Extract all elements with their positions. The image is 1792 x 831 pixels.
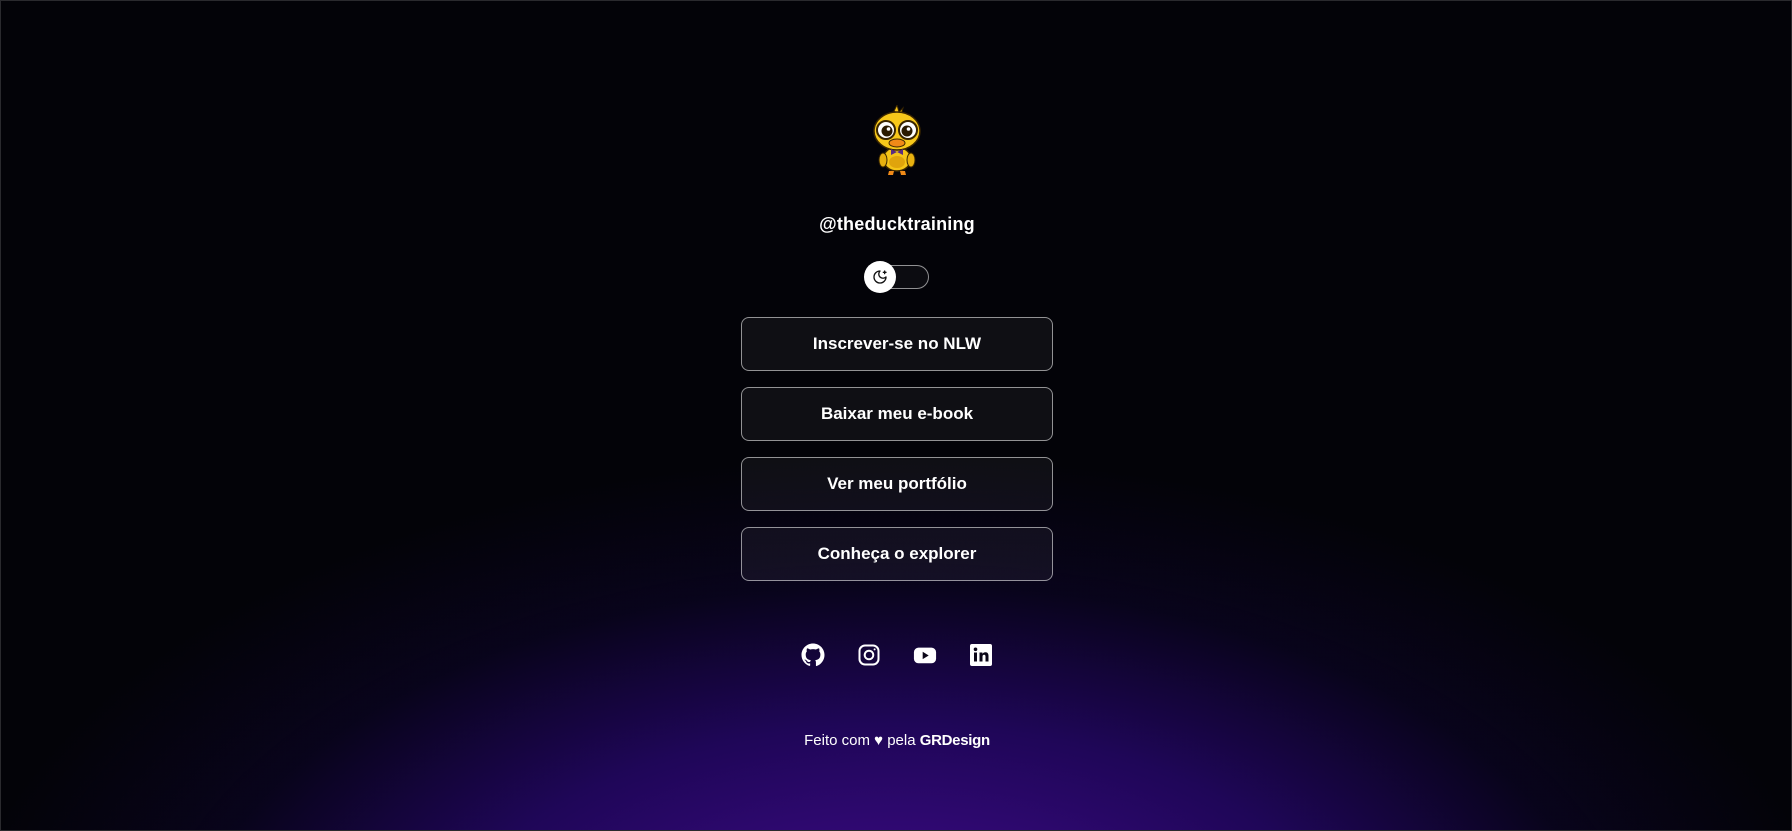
footer-prefix: Feito com [804, 732, 870, 749]
link-ebook-button[interactable]: Baixar meu e-book [741, 387, 1053, 441]
footer-credit: Feito com ♥ pela GRDesign [1, 732, 1792, 749]
link-explorer-button[interactable]: Conheça o explorer [741, 527, 1053, 581]
link-portfolio-button[interactable]: Ver meu portfólio [741, 457, 1053, 511]
theme-toggle-switch[interactable] [864, 261, 929, 293]
youtube-link[interactable] [913, 643, 937, 667]
moon-icon [873, 270, 887, 284]
heart-icon: ♥ [874, 732, 884, 749]
footer-brand-link[interactable]: GRDesign [920, 732, 990, 749]
instagram-icon [858, 644, 880, 666]
page: @theducktraining Inscrever-se no NLW Bai… [1, 1, 1792, 831]
github-link[interactable] [801, 643, 825, 667]
social-links [1, 643, 1792, 667]
duck-mascot-icon [873, 103, 921, 175]
youtube-icon [913, 647, 937, 664]
link-nlw-button[interactable]: Inscrever-se no NLW [741, 317, 1053, 371]
theme-toggle-knob[interactable] [864, 261, 896, 293]
footer-middle: pela [887, 732, 916, 749]
profile-username: @theducktraining [819, 214, 975, 234]
linkedin-link[interactable] [969, 643, 993, 667]
linkedin-icon [970, 644, 992, 666]
links-list: Inscrever-se no NLW Baixar meu e-book Ve… [741, 317, 1053, 597]
github-icon [801, 643, 825, 667]
profile-avatar [861, 103, 933, 177]
instagram-link[interactable] [857, 643, 881, 667]
